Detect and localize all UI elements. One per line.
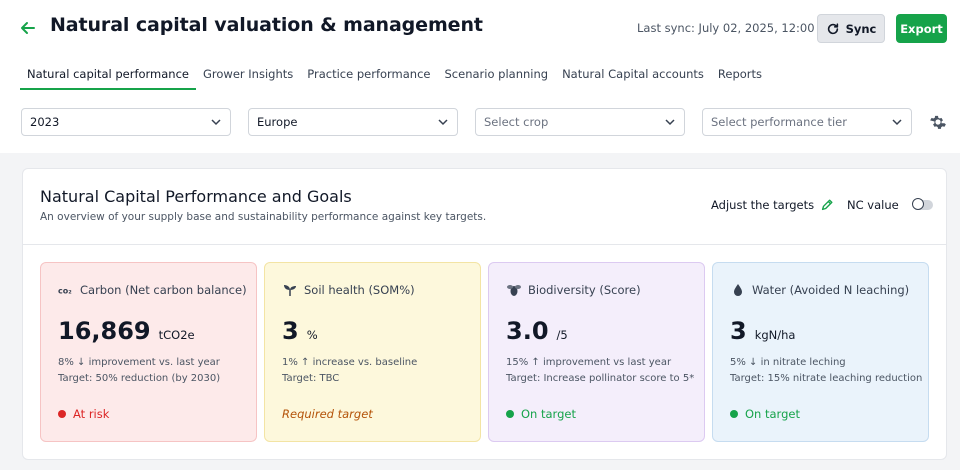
region-select[interactable]: Europe [248,108,458,136]
year-select-value: 2023 [30,115,60,129]
divider [23,244,946,245]
chevron-down-icon [211,119,221,126]
status-dot [506,410,514,418]
water-drop-icon [734,284,742,296]
status-label: Required target [282,407,373,421]
nc-value-label: NC value [847,198,899,212]
card-target: Target: 50% reduction (by 2030) [58,373,221,384]
top-bar: Natural capital valuation & management L… [0,0,960,153]
card-title-label: Biodiversity (Score) [528,283,641,297]
tab-natural-capital-performance[interactable]: Natural capital performance [20,62,196,90]
status-badge: On target [506,407,576,421]
card-change: 15% ↑ improvement vs last year [506,357,672,368]
panel-subtitle: An overview of your supply base and sust… [40,211,487,223]
card-value-number: 3.0 [506,317,549,345]
nc-value-toggle-group: NC value [847,198,933,212]
sync-label: Sync [845,21,877,36]
performance-panel: Natural Capital Performance and Goals An… [22,168,947,460]
crop-select-placeholder: Select crop [484,115,549,129]
card-value-unit: /5 [556,328,568,342]
back-arrow-icon[interactable] [20,15,40,41]
chevron-down-icon [892,119,902,126]
year-select[interactable]: 2023 [21,108,231,136]
card-change: 1% ↑ increase vs. baseline [282,357,418,368]
status-badge: On target [730,407,800,421]
card-target: Target: 15% nitrate leaching reduction [730,373,923,384]
status-label: On target [521,407,576,421]
status-dot [730,410,738,418]
tab-bar: Natural capital performance Grower Insig… [20,62,769,90]
panel-title: Natural Capital Performance and Goals [40,187,352,206]
status-label: At risk [73,407,110,421]
card-value-number: 16,869 [58,317,151,345]
metric-card-carbon[interactable]: co₂ Carbon (Net carbon balance) 16,869 t… [40,262,257,442]
metric-card-soil-health[interactable]: Soil health (SOM%) 3 % 1% ↑ increase vs.… [264,262,481,442]
crop-select[interactable]: Select crop [475,108,685,136]
metric-card-biodiversity[interactable]: Biodiversity (Score) 3.0 /5 15% ↑ improv… [488,262,705,442]
nc-value-toggle[interactable] [911,198,933,210]
card-title: Biodiversity (Score) [506,283,641,297]
page-title: Natural capital valuation & management [50,14,483,36]
status-label: On target [745,407,800,421]
card-title-label: Carbon (Net carbon balance) [80,283,247,297]
card-title: co₂ Carbon (Net carbon balance) [58,283,247,297]
card-target: Target: TBC [282,373,340,384]
metric-card-water[interactable]: Water (Avoided N leaching) 3 kgN/ha 5% ↓… [712,262,929,442]
card-value-unit: % [306,328,318,342]
chevron-down-icon [665,119,675,126]
card-title-label: Soil health (SOM%) [304,283,415,297]
adjust-targets-label: Adjust the targets [711,198,815,212]
tier-select-placeholder: Select performance tier [711,115,847,129]
card-change: 8% ↓ improvement vs. last year [58,357,220,368]
region-select-value: Europe [257,115,298,129]
export-button[interactable]: Export [896,14,947,43]
sync-button[interactable]: Sync [817,14,885,43]
status-dot [58,410,66,418]
card-target: Target: Increase pollinator score to 5* [506,373,695,384]
card-value-number: 3 [282,317,299,345]
sprout-icon [284,285,296,296]
chevron-down-icon [438,119,448,126]
status-badge: Required target [282,407,373,421]
card-value-number: 3 [730,317,747,345]
card-value: 3 % [282,317,318,345]
card-value: 3 kgN/ha [730,317,795,345]
tab-natural-capital-accounts[interactable]: Natural Capital accounts [555,62,711,90]
card-change: 5% ↓ in nitrate leching [730,357,846,368]
gear-icon[interactable] [929,113,947,131]
card-title: Water (Avoided N leaching) [730,283,909,297]
performance-tier-select[interactable]: Select performance tier [702,108,912,136]
card-title: Soil health (SOM%) [282,283,415,297]
last-sync-text: Last sync: July 02, 2025, 12:00 [637,21,815,35]
tab-reports[interactable]: Reports [711,62,769,90]
card-value: 3.0 /5 [506,317,568,345]
status-badge: At risk [58,407,109,421]
pencil-icon [822,199,833,211]
tab-grower-insights[interactable]: Grower Insights [196,62,300,90]
tab-practice-performance[interactable]: Practice performance [300,62,437,90]
card-value: 16,869 tCO2e [58,317,195,345]
adjust-targets-button[interactable]: Adjust the targets [711,198,834,212]
tab-scenario-planning[interactable]: Scenario planning [438,62,556,90]
card-title-label: Water (Avoided N leaching) [752,283,910,297]
refresh-icon [827,22,838,34]
co2-icon: co₂ [58,287,72,296]
card-value-unit: kgN/ha [754,328,796,342]
card-value-unit: tCO2e [158,328,195,342]
svg-text:co₂: co₂ [58,287,72,296]
bee-icon [507,285,521,296]
